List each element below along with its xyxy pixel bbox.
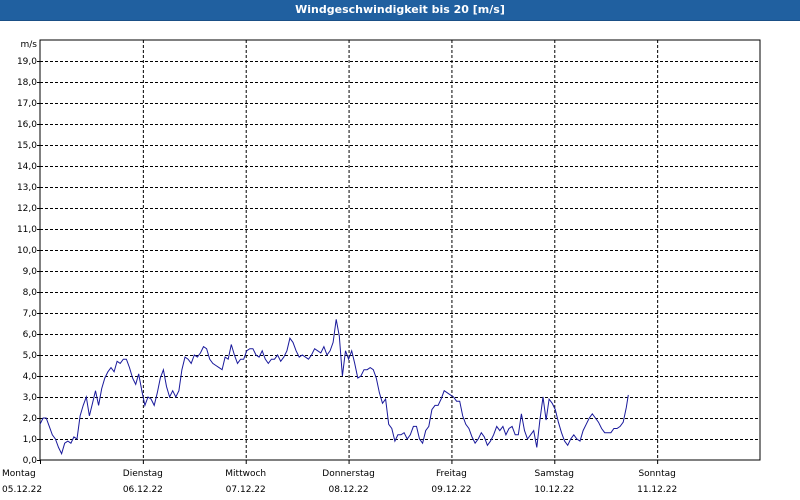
y-tick-label: 10,0	[17, 246, 37, 256]
y-axis-unit-label: m/s	[21, 40, 38, 50]
x-weekday-label: Montag	[2, 469, 36, 479]
y-tick-label: 1,0	[23, 435, 38, 445]
y-tick-label: 15,0	[17, 141, 37, 151]
x-weekday-label: Freitag	[436, 469, 467, 479]
x-axis-ticks: Montag 05.12.22 Dienstag 06.12.22 Mittwoch 07…	[2, 460, 677, 495]
y-tick-label: 2,0	[23, 414, 38, 424]
x-weekday-label: Sonntag	[638, 469, 675, 479]
y-tick-label: 0,0	[23, 456, 38, 466]
x-date-label: 05.12.22	[2, 485, 42, 495]
y-tick-label: 5,0	[23, 351, 38, 361]
y-tick-label: 7,0	[23, 309, 38, 319]
x-date-label: 11.12.22	[637, 485, 677, 495]
y-tick-label: 16,0	[17, 120, 37, 130]
y-tick-label: 18,0	[17, 78, 37, 88]
y-tick-label: 8,0	[23, 288, 38, 298]
y-tick-label: 3,0	[23, 393, 38, 403]
y-tick-label: 13,0	[17, 183, 37, 193]
y-tick-label: 6,0	[23, 330, 38, 340]
wind-speed-chart: 0,0 1,0 2,0 3,0 4,0 5,0 6,0 7,0 8,0 9,0 10,0 11,0 12…	[2, 39, 761, 495]
x-weekday-label: Mittwoch	[225, 469, 266, 479]
x-date-label: 06.12.22	[123, 485, 163, 495]
x-date-label: 10.12.22	[534, 485, 574, 495]
x-weekday-label: Samstag	[535, 469, 574, 479]
y-tick-label: 12,0	[17, 204, 37, 214]
y-tick-label: 4,0	[23, 372, 38, 382]
y-tick-label: 19,0	[17, 57, 37, 67]
y-tick-label: 9,0	[23, 267, 38, 277]
chart-title: Windgeschwindigkeit bis 20 [m/s]	[0, 0, 800, 21]
y-tick-label: 11,0	[17, 225, 37, 235]
x-weekday-label: Dienstag	[123, 469, 163, 479]
x-date-label: 08.12.22	[329, 485, 369, 495]
y-tick-label: 14,0	[17, 162, 37, 172]
y-tick-label: 17,0	[17, 99, 37, 109]
y-axis-ticks: 0,0 1,0 2,0 3,0 4,0 5,0 6,0 7,0 8,0 9,0 10,0 11,0 12…	[17, 57, 40, 466]
x-weekday-label: Donnerstag	[322, 469, 375, 479]
x-date-label: 07.12.22	[226, 485, 266, 495]
x-date-label: 09.12.22	[431, 485, 471, 495]
